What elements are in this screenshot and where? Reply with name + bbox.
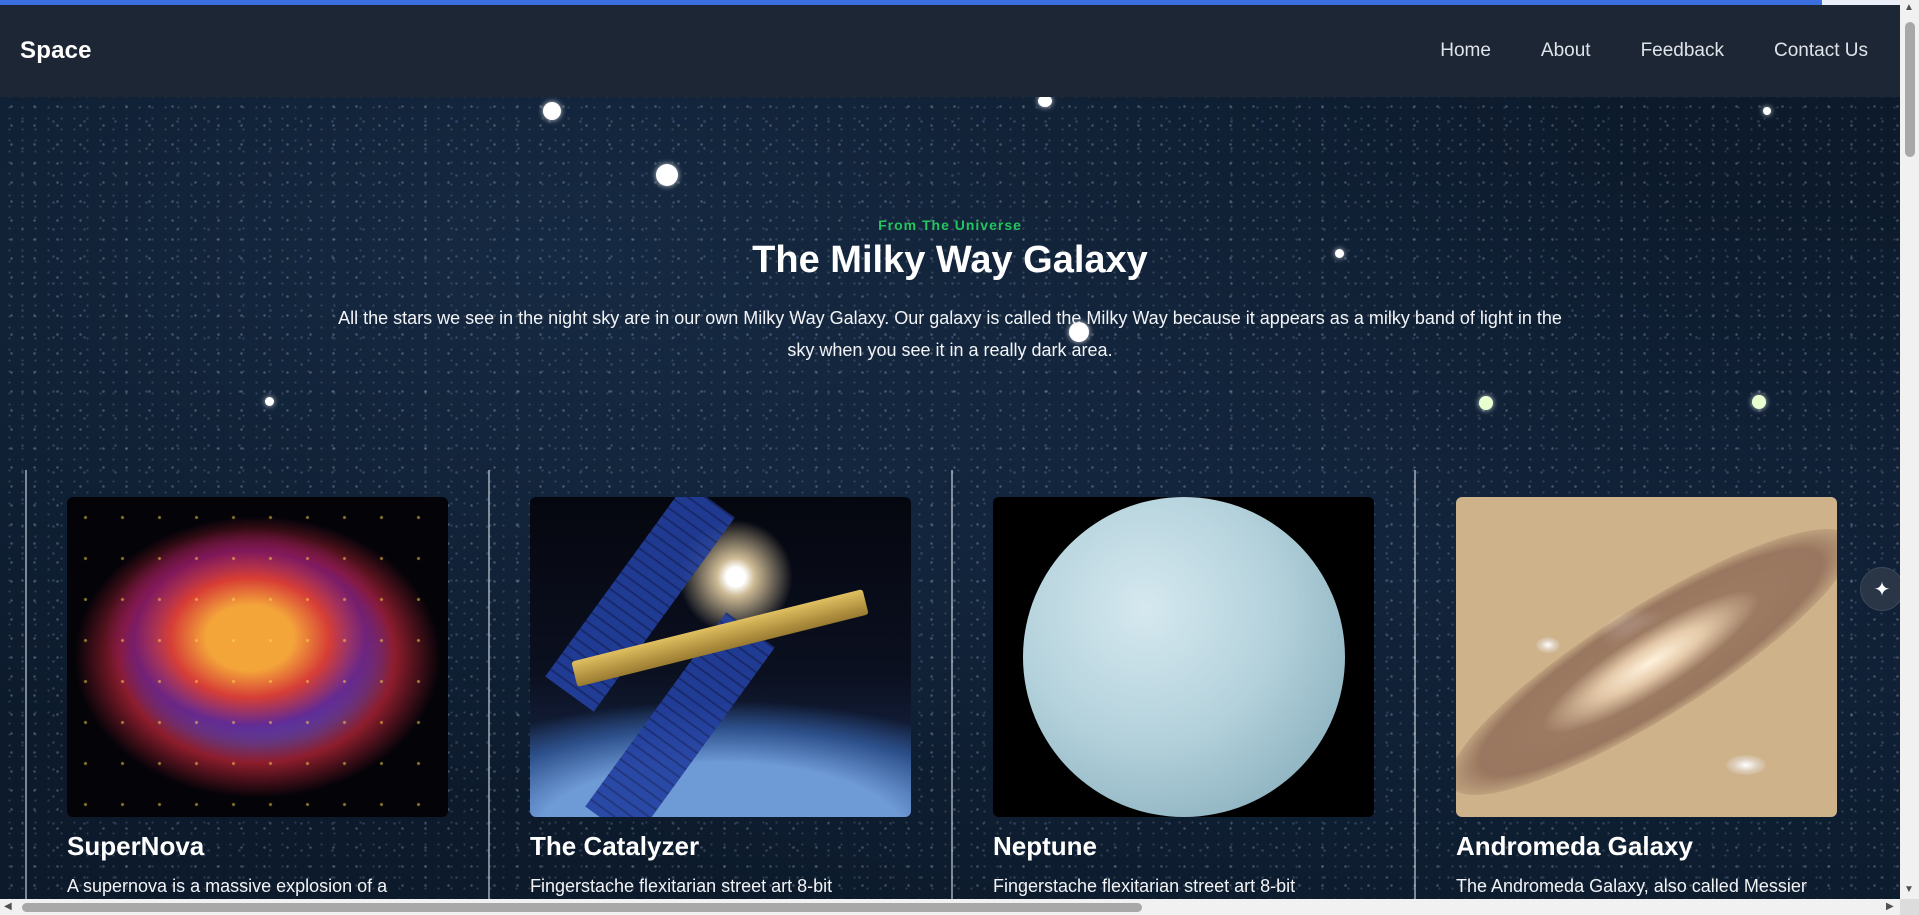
card-title: Neptune bbox=[993, 831, 1097, 861]
supernova-image bbox=[67, 497, 448, 817]
hero-eyebrow: From The Universe bbox=[878, 217, 1022, 233]
hero-title: The Milky Way Galaxy bbox=[752, 239, 1148, 281]
hero-description: All the stars we see in the night sky ar… bbox=[338, 308, 1562, 360]
card-supernova[interactable]: SuperNova A supernova is a massive explo… bbox=[25, 470, 488, 899]
card-text: A supernova is a massive explosion of a bbox=[67, 876, 388, 896]
brand-logo[interactable]: Space bbox=[20, 37, 92, 65]
card-andromeda[interactable]: Andromeda Galaxy The Andromeda Galaxy, a… bbox=[1414, 470, 1877, 899]
neptune-image bbox=[993, 497, 1374, 817]
card-text: Fingerstache flexitarian street art 8-bi… bbox=[993, 876, 1296, 896]
satellite-galaxy-shape bbox=[1536, 637, 1560, 653]
galaxy-disc-shape bbox=[1456, 497, 1837, 817]
card-title: The Catalyzer bbox=[530, 831, 700, 861]
sparkle-icon[interactable]: ✦ bbox=[1860, 567, 1900, 611]
card-text: The Andromeda Galaxy, also called Messie… bbox=[1456, 876, 1807, 896]
nav-link-home[interactable]: Home bbox=[1440, 40, 1491, 62]
scroll-left-icon[interactable]: ◀ bbox=[4, 901, 12, 912]
star-decoration bbox=[1479, 396, 1493, 410]
satellite-galaxy-shape bbox=[1726, 755, 1766, 775]
scroll-right-icon[interactable]: ▶ bbox=[1886, 901, 1894, 912]
scroll-down-icon[interactable]: ▼ bbox=[1904, 884, 1914, 895]
horizontal-scrollbar[interactable]: ◀ ▶ bbox=[0, 899, 1900, 915]
nav-link-about[interactable]: About bbox=[1541, 40, 1591, 62]
star-decoration bbox=[543, 102, 561, 120]
vertical-scrollbar[interactable]: ▲ ▼ bbox=[1900, 0, 1919, 899]
planet-shape bbox=[1023, 497, 1345, 817]
hero-section: From The Universe The Milky Way Galaxy A… bbox=[0, 97, 1900, 899]
horizontal-scroll-thumb[interactable] bbox=[22, 903, 1142, 912]
nav-link-contact-us[interactable]: Contact Us bbox=[1774, 40, 1868, 62]
scrollbar-corner bbox=[1900, 899, 1919, 915]
star-decoration bbox=[1752, 395, 1766, 409]
star-decoration bbox=[265, 397, 274, 406]
nav-link-feedback[interactable]: Feedback bbox=[1641, 40, 1724, 62]
vertical-scroll-thumb[interactable] bbox=[1905, 22, 1915, 157]
card-title: Andromeda Galaxy bbox=[1456, 831, 1693, 861]
star-decoration bbox=[1763, 107, 1771, 115]
navbar: Space Home About Feedback Contact Us bbox=[0, 5, 1900, 97]
card-row: SuperNova A supernova is a massive explo… bbox=[25, 470, 1875, 899]
card-title: SuperNova bbox=[67, 831, 205, 861]
star-decoration bbox=[656, 164, 678, 186]
scroll-up-icon[interactable]: ▲ bbox=[1904, 2, 1914, 13]
card-neptune[interactable]: Neptune Fingerstache flexitarian street … bbox=[951, 470, 1414, 899]
satellite-image bbox=[530, 497, 911, 817]
nav-links: Home About Feedback Contact Us bbox=[1440, 40, 1880, 62]
andromeda-image bbox=[1456, 497, 1837, 817]
card-text: Fingerstache flexitarian street art 8-bi… bbox=[530, 876, 833, 896]
card-catalyzer[interactable]: The Catalyzer Fingerstache flexitarian s… bbox=[488, 470, 951, 899]
hero-intro: From The Universe The Milky Way Galaxy A… bbox=[0, 217, 1900, 366]
